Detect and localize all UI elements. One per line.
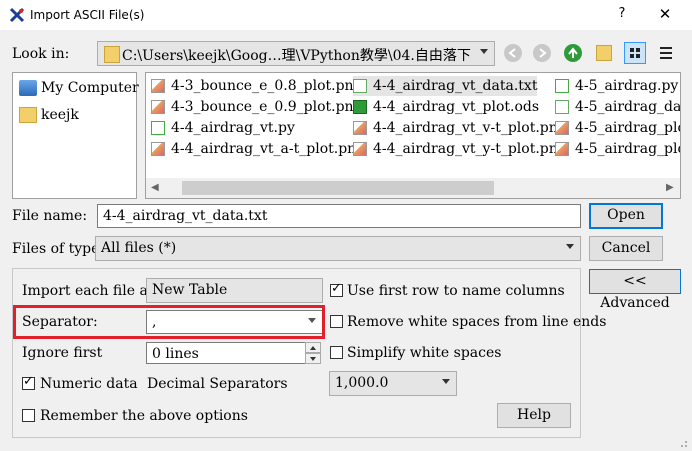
file-item-label: 4-4_airdrag_vt_plot.ods bbox=[373, 99, 540, 115]
scroll-left-icon[interactable]: ◀ bbox=[151, 182, 159, 193]
ignore-first-stepper[interactable] bbox=[305, 342, 321, 364]
chevron-down-icon bbox=[480, 49, 488, 54]
chevron-down-icon bbox=[442, 379, 450, 384]
detail-view-icon[interactable] bbox=[655, 42, 677, 64]
file-item[interactable]: 4-4_airdrag_vt.py bbox=[151, 118, 295, 138]
simplify-white-spaces-checkbox[interactable] bbox=[330, 346, 343, 359]
file-item-label: 4-5_airdrag_data bbox=[575, 99, 681, 115]
file-item-label: 4-3_bounce_e_0.9_plot.png bbox=[171, 99, 363, 115]
import-each-combo[interactable]: New Table bbox=[146, 278, 323, 303]
file-name-input[interactable]: 4-4_airdrag_vt_data.txt bbox=[97, 204, 581, 228]
file-item[interactable]: 4-3_bounce_e_0.8_plot.png bbox=[151, 76, 363, 96]
list-view-icon[interactable] bbox=[624, 42, 646, 64]
file-item[interactable]: 4-4_airdrag_vt_data.txt bbox=[353, 76, 538, 96]
import-each-label: Import each file as: bbox=[22, 283, 160, 299]
file-item[interactable]: 4-4_airdrag_vt_y-t_plot.png bbox=[353, 139, 567, 159]
use-first-row-checkbox[interactable] bbox=[330, 281, 343, 297]
png-file-icon bbox=[353, 121, 367, 135]
file-item[interactable]: 4-5_airdrag_plot bbox=[555, 139, 681, 159]
png-file-icon bbox=[555, 142, 569, 156]
look-in-label: Look in: bbox=[12, 46, 70, 62]
file-item-label: 4-4_airdrag_vt_y-t_plot.png bbox=[373, 141, 567, 157]
help-button[interactable]: Help bbox=[497, 403, 571, 428]
remove-white-spaces-label: Remove white spaces from line ends bbox=[347, 314, 607, 330]
png-file-icon bbox=[353, 142, 367, 156]
forward-icon[interactable] bbox=[533, 44, 551, 62]
chevron-down-icon bbox=[566, 244, 574, 249]
look-in-combo[interactable]: C:\Users\keejk\Goog…理\VPython教學\04.自由落下 bbox=[97, 41, 495, 66]
png-file-icon bbox=[151, 142, 165, 156]
txt-file-icon bbox=[555, 100, 569, 114]
stepper-up-icon[interactable] bbox=[305, 342, 321, 353]
file-item[interactable]: 4-4_airdrag_vt_plot.ods bbox=[353, 97, 539, 117]
file-item[interactable]: 4-4_airdrag_vt_v-t_plot.png bbox=[353, 118, 567, 138]
file-item-label: 4-4_airdrag_vt_data.txt bbox=[373, 78, 538, 94]
stepper-down-icon[interactable] bbox=[305, 353, 321, 364]
back-icon[interactable] bbox=[504, 44, 522, 62]
file-item-label: 4-5_airdrag_plot bbox=[575, 120, 681, 136]
file-item-label: 4-5_airdrag.py bbox=[575, 78, 679, 94]
png-file-icon bbox=[555, 121, 569, 135]
file-item-label: 4-4_airdrag_vt_a-t_plot.png bbox=[171, 141, 366, 157]
look-in-path: C:\Users\keejk\Goog…理\VPython教學\04.自由落下 bbox=[122, 48, 471, 64]
places-sidebar: My Computer keejk bbox=[12, 72, 139, 199]
place-keejk[interactable]: keejk bbox=[19, 107, 79, 123]
computer-icon bbox=[19, 80, 37, 96]
highlight-box bbox=[13, 305, 325, 339]
files-of-type-combo[interactable]: All files (*) bbox=[95, 236, 581, 261]
files-of-type-label: Files of type: bbox=[12, 241, 105, 257]
file-item[interactable]: 4-5_airdrag.py bbox=[555, 76, 678, 96]
png-file-icon bbox=[151, 100, 165, 114]
new-folder-icon[interactable] bbox=[596, 45, 612, 61]
place-my-computer[interactable]: My Computer bbox=[19, 80, 139, 96]
txt-file-icon bbox=[353, 79, 367, 93]
use-first-row-label: Use first row to name columns bbox=[347, 283, 565, 299]
decimal-separators-combo[interactable]: 1,000.0 bbox=[329, 371, 457, 396]
py-file-icon bbox=[555, 79, 569, 93]
decimal-separators-label: Decimal Separators bbox=[147, 376, 288, 392]
remember-label: Remember the above options bbox=[40, 408, 248, 424]
remember-checkbox[interactable] bbox=[22, 409, 35, 422]
png-file-icon bbox=[151, 79, 165, 93]
remove-white-spaces-checkbox[interactable] bbox=[330, 315, 343, 328]
file-item[interactable]: 4-4_airdrag_vt_a-t_plot.png bbox=[151, 139, 365, 159]
file-item-label: 4-5_airdrag_plot bbox=[575, 141, 681, 157]
file-item-label: 4-3_bounce_e_0.8_plot.png bbox=[171, 78, 363, 94]
app-icon bbox=[9, 7, 25, 23]
py-file-icon bbox=[151, 121, 165, 135]
help-title-button[interactable]: ? bbox=[610, 6, 634, 24]
file-item-label: 4-4_airdrag_vt.py bbox=[171, 120, 295, 136]
scrollbar-thumb[interactable] bbox=[182, 181, 494, 195]
cancel-button[interactable]: Cancel bbox=[589, 236, 663, 261]
scroll-right-icon[interactable]: ▶ bbox=[666, 182, 674, 193]
parent-folder-icon[interactable] bbox=[564, 44, 582, 62]
advanced-button[interactable]: << Advanced bbox=[589, 269, 681, 311]
simplify-white-spaces-label: Simplify white spaces bbox=[347, 345, 502, 361]
file-item[interactable]: 4-5_airdrag_data bbox=[555, 97, 681, 117]
numeric-data-label: Numeric data bbox=[40, 376, 138, 392]
close-button[interactable]: ✕ bbox=[652, 5, 678, 25]
user-folder-icon bbox=[19, 107, 37, 123]
folder-icon bbox=[104, 46, 120, 63]
ignore-first-label: Ignore first bbox=[22, 345, 103, 361]
file-item-label: 4-4_airdrag_vt_v-t_plot.png bbox=[373, 120, 567, 136]
open-button[interactable]: Open bbox=[589, 203, 663, 229]
resize-grip-icon[interactable] bbox=[676, 436, 688, 448]
file-item[interactable]: 4-3_bounce_e_0.9_plot.png bbox=[151, 97, 363, 117]
numeric-data-checkbox[interactable] bbox=[22, 374, 35, 390]
file-name-label: File name: bbox=[12, 208, 88, 224]
file-item[interactable]: 4-5_airdrag_plot bbox=[555, 118, 681, 138]
window-title: Import ASCII File(s) bbox=[30, 8, 145, 22]
ignore-first-input[interactable]: 0 lines bbox=[146, 342, 306, 364]
ods-file-icon bbox=[353, 100, 367, 114]
